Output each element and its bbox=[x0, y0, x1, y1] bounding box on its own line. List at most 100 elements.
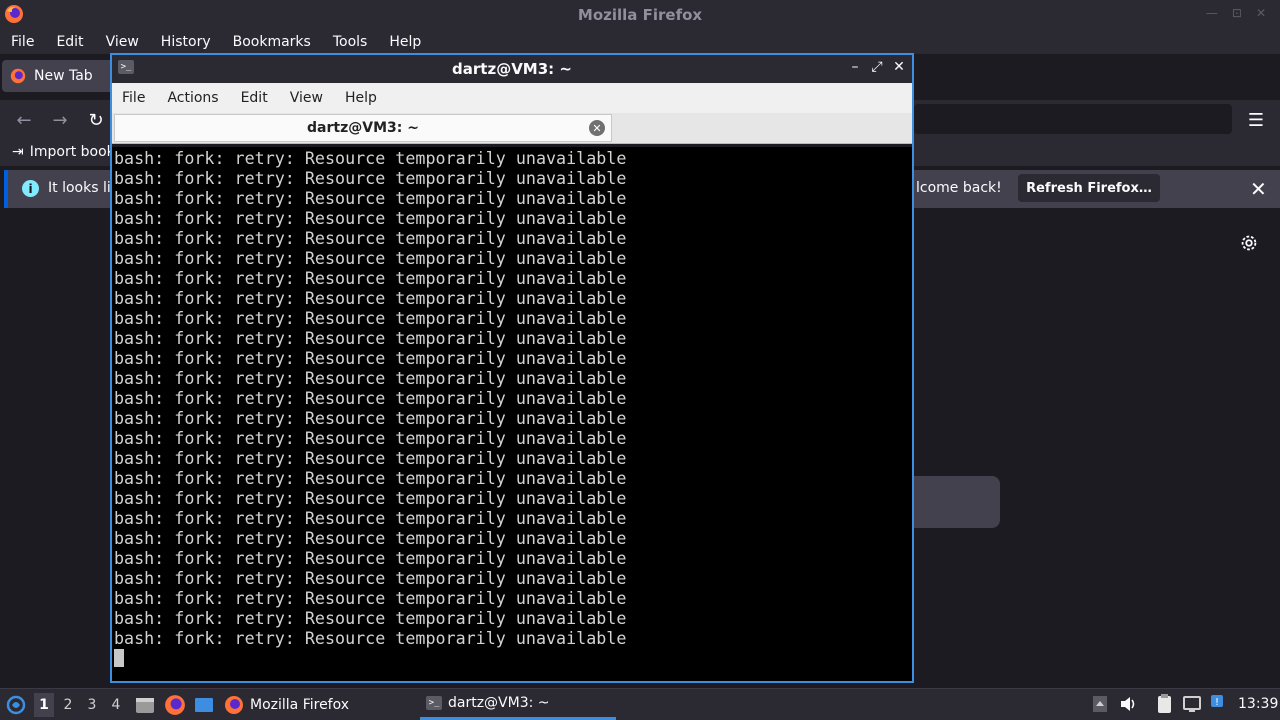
task-label: Mozilla Firefox bbox=[250, 696, 350, 713]
file-manager-icon[interactable] bbox=[134, 694, 156, 716]
terminal-output[interactable]: bash: fork: retry: Resource temporarily … bbox=[112, 147, 912, 681]
terminal-line: bash: fork: retry: Resource temporarily … bbox=[114, 448, 627, 468]
close-icon[interactable]: ✕ bbox=[1256, 6, 1266, 20]
terminal-line: bash: fork: retry: Resource temporarily … bbox=[114, 628, 627, 648]
notice-text-right: lcome back! bbox=[916, 180, 1002, 196]
new-tab-card[interactable] bbox=[912, 476, 1000, 528]
workspace-2[interactable]: 2 bbox=[58, 693, 78, 717]
terminal-menu-help[interactable]: Help bbox=[334, 90, 388, 106]
notification-icon[interactable]: ! bbox=[1208, 693, 1228, 715]
menu-help[interactable]: Help bbox=[378, 34, 432, 50]
terminal-line: bash: fork: retry: Resource temporarily … bbox=[114, 488, 627, 508]
terminal-line: bash: fork: retry: Resource temporarily … bbox=[114, 568, 627, 588]
terminal-line: bash: fork: retry: Resource temporarily … bbox=[114, 588, 627, 608]
terminal-line: bash: fork: retry: Resource temporarily … bbox=[114, 188, 627, 208]
terminal-line: bash: fork: retry: Resource temporarily … bbox=[114, 388, 627, 408]
terminal-line: bash: fork: retry: Resource temporarily … bbox=[114, 228, 627, 248]
menu-view[interactable]: View bbox=[95, 34, 150, 50]
firefox-titlebar: Mozilla Firefox — ⊡ ✕ bbox=[0, 0, 1280, 29]
terminal-icon: >_ bbox=[118, 60, 134, 74]
terminal-lines: bash: fork: retry: Resource temporarily … bbox=[114, 148, 626, 648]
volume-icon[interactable] bbox=[1118, 693, 1138, 715]
workspace-3[interactable]: 3 bbox=[82, 693, 102, 717]
terminal-line: bash: fork: retry: Resource temporarily … bbox=[114, 288, 627, 308]
taskbar: 1 2 3 4 Mozilla Firefox >_ dartz@VM3: ~ bbox=[0, 688, 1280, 720]
terminal-cursor bbox=[114, 649, 124, 667]
terminal-tabbar: dartz@VM3: ~ ✕ bbox=[112, 113, 912, 144]
firefox-launcher-icon[interactable] bbox=[164, 694, 186, 716]
menu-tools[interactable]: Tools bbox=[322, 34, 379, 50]
workspace-4[interactable]: 4 bbox=[106, 693, 126, 717]
tab-label: New Tab bbox=[34, 68, 93, 84]
firefox-icon bbox=[225, 695, 243, 714]
firefox-menubar: File Edit View History Bookmarks Tools H… bbox=[0, 29, 1280, 54]
terminal-line: bash: fork: retry: Resource temporarily … bbox=[114, 368, 627, 388]
terminal-titlebar: >_ dartz@VM3: ~ – ⤢ ✕ bbox=[112, 55, 912, 83]
import-bookmarks-label: Import book bbox=[29, 144, 115, 160]
tray-expand-icon[interactable] bbox=[1090, 693, 1110, 715]
menu-file[interactable]: File bbox=[0, 34, 45, 50]
firefox-tab-icon bbox=[10, 68, 26, 84]
close-notice-icon[interactable]: ✕ bbox=[1250, 177, 1267, 201]
firefox-window-controls: — ⊡ ✕ bbox=[1206, 6, 1266, 20]
terminal-line: bash: fork: retry: Resource temporarily … bbox=[114, 208, 627, 228]
clipboard-icon[interactable] bbox=[1154, 693, 1174, 715]
menu-history[interactable]: History bbox=[150, 34, 222, 50]
terminal-menu-actions[interactable]: Actions bbox=[156, 90, 229, 106]
back-arrow-icon[interactable]: ← bbox=[12, 108, 36, 132]
desktop-icon[interactable] bbox=[193, 694, 215, 716]
terminal-tab[interactable]: dartz@VM3: ~ ✕ bbox=[114, 114, 612, 142]
hamburger-menu-icon[interactable]: ☰ bbox=[1244, 108, 1268, 132]
start-menu-icon[interactable] bbox=[6, 695, 26, 715]
terminal-menu-file[interactable]: File bbox=[112, 90, 156, 106]
terminal-line: bash: fork: retry: Resource temporarily … bbox=[114, 268, 627, 288]
import-icon: ⇥ bbox=[12, 144, 24, 160]
terminal-line: bash: fork: retry: Resource temporarily … bbox=[114, 528, 627, 548]
import-bookmarks-button[interactable]: ⇥ Import book bbox=[12, 144, 115, 160]
menu-bookmarks[interactable]: Bookmarks bbox=[222, 34, 322, 50]
maximize-icon[interactable]: ⤢ bbox=[870, 59, 884, 75]
terminal-line: bash: fork: retry: Resource temporarily … bbox=[114, 248, 627, 268]
terminal-window-title: dartz@VM3: ~ bbox=[452, 60, 572, 78]
task-terminal[interactable]: >_ dartz@VM3: ~ bbox=[420, 689, 616, 720]
tab-new-tab[interactable]: New Tab bbox=[2, 60, 114, 92]
terminal-icon: >_ bbox=[426, 696, 442, 710]
terminal-line: bash: fork: retry: Resource temporarily … bbox=[114, 308, 627, 328]
maximize-icon[interactable]: ⊡ bbox=[1232, 6, 1242, 20]
refresh-firefox-button[interactable]: Refresh Firefox… bbox=[1018, 174, 1160, 202]
terminal-line: bash: fork: retry: Resource temporarily … bbox=[114, 168, 627, 188]
url-bar[interactable] bbox=[914, 104, 1232, 134]
terminal-window-controls: – ⤢ ✕ bbox=[848, 59, 906, 75]
firefox-window-title: Mozilla Firefox bbox=[577, 5, 703, 24]
terminal-line: bash: fork: retry: Resource temporarily … bbox=[114, 328, 627, 348]
terminal-line: bash: fork: retry: Resource temporarily … bbox=[114, 608, 627, 628]
workspace-1[interactable]: 1 bbox=[34, 693, 54, 717]
terminal-menubar: File Actions Edit View Help bbox=[112, 83, 912, 113]
firefox-logo-icon bbox=[5, 5, 23, 23]
clock: 13:39 bbox=[1238, 696, 1279, 712]
task-label: dartz@VM3: ~ bbox=[448, 695, 550, 711]
minimize-icon[interactable]: – bbox=[848, 59, 862, 75]
terminal-line: bash: fork: retry: Resource temporarily … bbox=[114, 548, 627, 568]
terminal-menu-view[interactable]: View bbox=[279, 90, 334, 106]
svg-text:!: ! bbox=[1215, 697, 1219, 708]
task-firefox[interactable]: Mozilla Firefox bbox=[224, 689, 414, 720]
terminal-line: bash: fork: retry: Resource temporarily … bbox=[114, 148, 627, 168]
menu-edit[interactable]: Edit bbox=[45, 34, 94, 50]
network-icon[interactable] bbox=[1182, 693, 1202, 715]
minimize-icon[interactable]: — bbox=[1206, 6, 1218, 20]
terminal-window: >_ dartz@VM3: ~ – ⤢ ✕ File Actions Edit … bbox=[110, 53, 914, 683]
close-icon[interactable]: ✕ bbox=[892, 59, 906, 75]
info-icon: i bbox=[22, 180, 39, 197]
terminal-menu-edit[interactable]: Edit bbox=[230, 90, 279, 106]
notice-text-left: It looks lik bbox=[48, 180, 119, 196]
forward-arrow-icon[interactable]: → bbox=[48, 108, 72, 132]
reload-icon[interactable]: ↻ bbox=[84, 108, 108, 132]
terminal-line: bash: fork: retry: Resource temporarily … bbox=[114, 348, 627, 368]
terminal-tab-label: dartz@VM3: ~ bbox=[307, 120, 419, 136]
gear-icon[interactable] bbox=[1238, 232, 1260, 254]
terminal-line: bash: fork: retry: Resource temporarily … bbox=[114, 508, 627, 528]
close-tab-icon[interactable]: ✕ bbox=[589, 120, 605, 136]
terminal-line: bash: fork: retry: Resource temporarily … bbox=[114, 468, 627, 488]
terminal-line: bash: fork: retry: Resource temporarily … bbox=[114, 428, 627, 448]
